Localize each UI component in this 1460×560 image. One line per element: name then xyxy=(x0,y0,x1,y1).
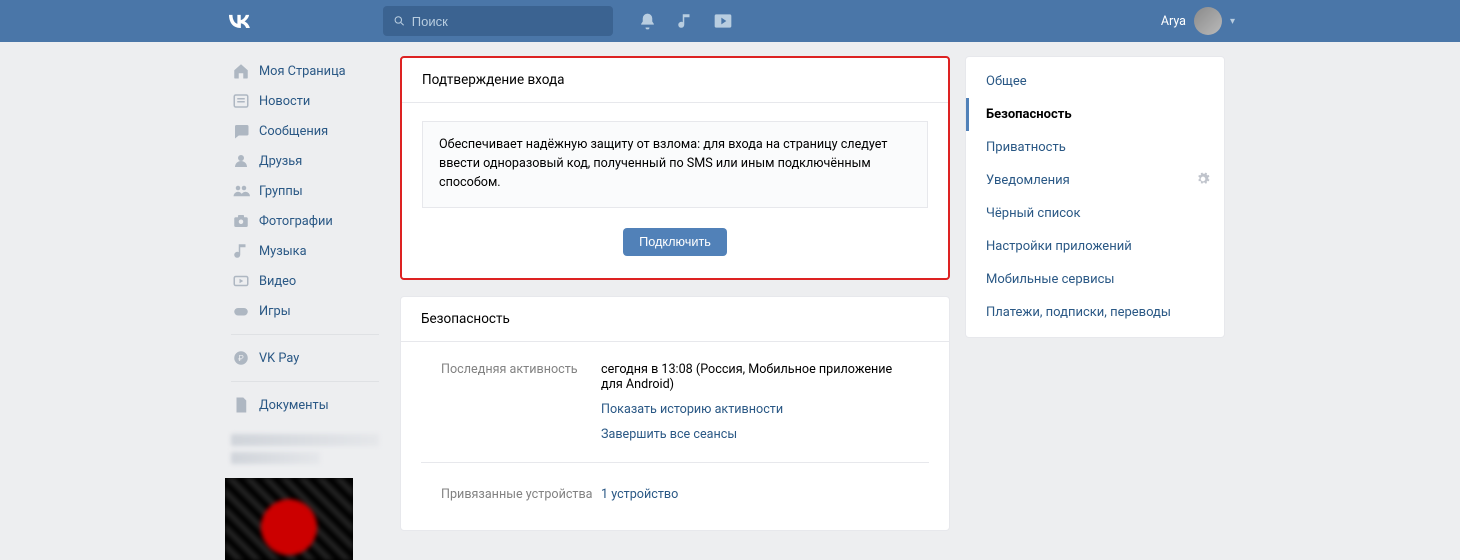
sidebar-item-label: Документы xyxy=(259,398,329,413)
sidebar-item-label: VK Pay xyxy=(259,351,299,366)
ad-thumbnail[interactable] xyxy=(225,478,353,560)
news-icon xyxy=(231,91,251,111)
sidebar-item-label: Группы xyxy=(259,184,303,199)
end-sessions-link[interactable]: Завершить все сеансы xyxy=(601,427,909,442)
divider xyxy=(421,462,929,463)
gear-icon[interactable] xyxy=(1196,172,1210,190)
sidebar-item-label: Музыка xyxy=(259,244,307,259)
sidebar-item-label: Друзья xyxy=(259,154,302,169)
sidebar-item-mypage[interactable]: Моя Страница xyxy=(225,56,385,86)
sidebar-item-label: Видео xyxy=(259,274,296,289)
settings-tab-payments[interactable]: Платежи, подписки, переводы xyxy=(966,296,1224,329)
redacted-area xyxy=(225,434,385,464)
groups-icon xyxy=(231,181,251,201)
search-icon xyxy=(393,14,406,28)
card-title: Безопасность xyxy=(401,297,949,342)
settings-tab-blacklist[interactable]: Чёрный список xyxy=(966,197,1224,230)
devices-label: Привязанные устройства xyxy=(441,487,601,502)
ruble-icon: ₽ xyxy=(231,348,251,368)
friends-icon xyxy=(231,151,251,171)
sidebar-item-video[interactable]: Видео xyxy=(225,266,385,296)
document-icon xyxy=(231,395,251,415)
sidebar-item-games[interactable]: Игры xyxy=(225,296,385,326)
settings-tab-mobile[interactable]: Мобильные сервисы xyxy=(966,263,1224,296)
settings-tab-appsettings[interactable]: Настройки приложений xyxy=(966,230,1224,263)
card-title: Подтверждение входа xyxy=(402,58,948,103)
video-icon xyxy=(231,271,251,291)
sidebar-item-groups[interactable]: Группы xyxy=(225,176,385,206)
sidebar-item-photos[interactable]: Фотографии xyxy=(225,206,385,236)
tab-label: Настройки приложений xyxy=(986,239,1132,254)
sidebar-item-docs[interactable]: Документы xyxy=(225,390,385,420)
sidebar-item-label: Новости xyxy=(259,94,310,109)
tab-label: Мобильные сервисы xyxy=(986,272,1114,287)
sidebar-item-label: Игры xyxy=(259,304,291,319)
settings-tab-general[interactable]: Общее xyxy=(966,65,1224,98)
tab-label: Безопасность xyxy=(986,107,1072,122)
sidebar-item-label: Сообщения xyxy=(259,124,328,139)
settings-tab-security[interactable]: Безопасность xyxy=(966,98,1224,131)
sidebar-item-music[interactable]: Музыка xyxy=(225,236,385,266)
profile-menu[interactable]: Arya ▾ xyxy=(1161,7,1235,35)
last-activity-label: Последняя активность xyxy=(441,362,601,442)
sidebar-item-vkpay[interactable]: ₽ VK Pay xyxy=(225,343,385,373)
main-content: Подтверждение входа Обеспечивает надёжну… xyxy=(400,56,950,560)
message-icon xyxy=(231,121,251,141)
divider xyxy=(231,381,379,382)
sidebar-item-friends[interactable]: Друзья xyxy=(225,146,385,176)
login-confirmation-card: Подтверждение входа Обеспечивает надёжну… xyxy=(400,56,950,280)
svg-text:₽: ₽ xyxy=(238,354,244,364)
music-icon[interactable] xyxy=(675,11,695,31)
tab-label: Чёрный список xyxy=(986,206,1080,221)
username: Arya xyxy=(1161,14,1186,29)
divider xyxy=(231,334,379,335)
tab-label: Общее xyxy=(986,74,1027,89)
camera-icon xyxy=(231,211,251,231)
search-box[interactable] xyxy=(383,6,613,36)
enable-button[interactable]: Подключить xyxy=(623,228,727,256)
avatar xyxy=(1194,7,1222,35)
devices-link[interactable]: 1 устройство xyxy=(601,487,678,502)
play-icon[interactable] xyxy=(713,11,733,31)
left-sidebar: Моя Страница Новости Сообщения Друзья Гр… xyxy=(225,56,385,560)
home-icon xyxy=(231,61,251,81)
music-note-icon xyxy=(231,241,251,261)
sidebar-item-label: Фотографии xyxy=(259,214,333,229)
show-history-link[interactable]: Показать историю активности xyxy=(601,402,909,417)
info-text: Обеспечивает надёжную защиту от взлома: … xyxy=(422,121,928,208)
vk-logo[interactable] xyxy=(225,7,253,35)
bell-icon[interactable] xyxy=(637,11,657,31)
settings-nav: Общее Безопасность Приватность Уведомлен… xyxy=(965,56,1225,338)
settings-tab-notifications[interactable]: Уведомления xyxy=(966,164,1224,197)
search-input[interactable] xyxy=(412,14,603,29)
tab-label: Платежи, подписки, переводы xyxy=(986,305,1171,320)
topbar: Arya ▾ xyxy=(0,0,1460,42)
security-card: Безопасность Последняя активность сегодн… xyxy=(400,296,950,531)
last-activity-value: сегодня в 13:08 (Россия, Мобильное прило… xyxy=(601,362,892,392)
tab-label: Уведомления xyxy=(986,173,1070,188)
chevron-down-icon: ▾ xyxy=(1230,16,1235,27)
sidebar-item-label: Моя Страница xyxy=(259,64,346,79)
tab-label: Приватность xyxy=(986,140,1066,155)
settings-tab-privacy[interactable]: Приватность xyxy=(966,131,1224,164)
gamepad-icon xyxy=(231,301,251,321)
sidebar-item-news[interactable]: Новости xyxy=(225,86,385,116)
sidebar-item-messages[interactable]: Сообщения xyxy=(225,116,385,146)
